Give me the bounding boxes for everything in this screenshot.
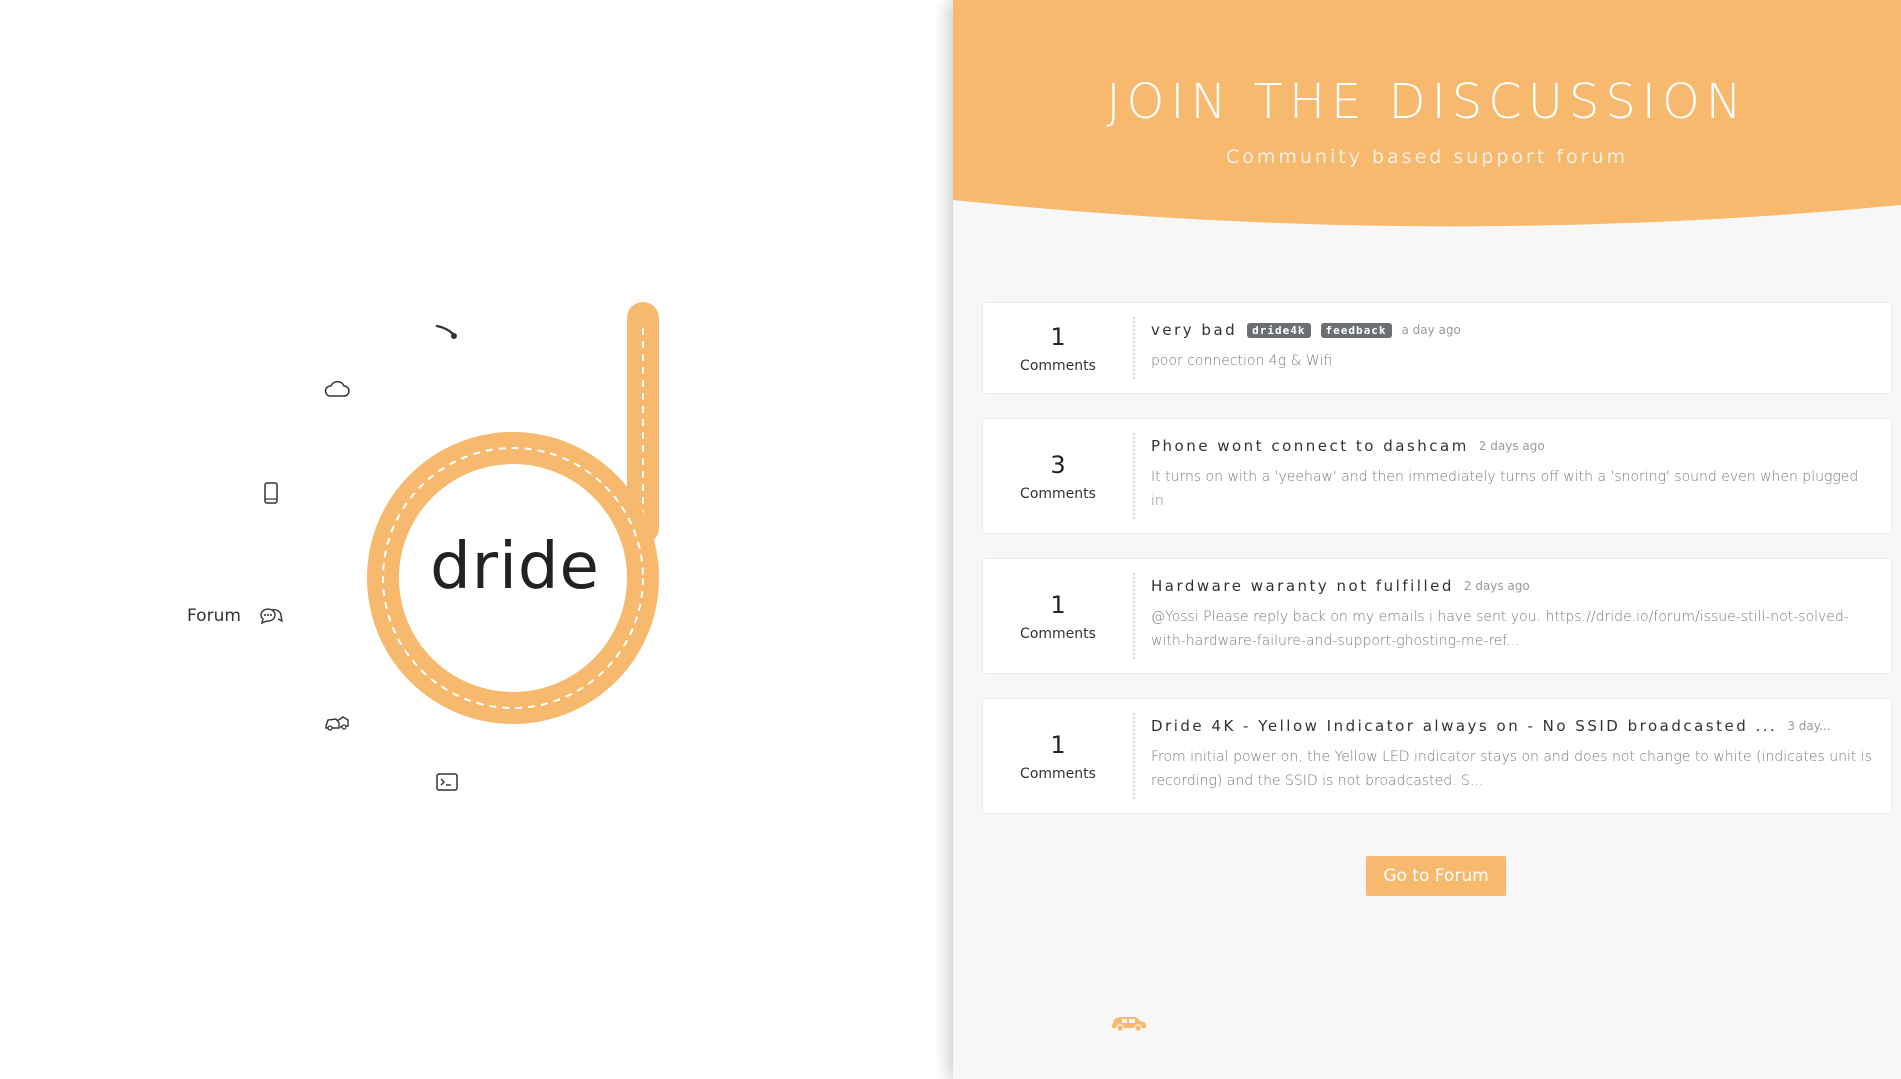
thread-head: Dride 4K - Yellow Indicator always on - …	[1151, 715, 1873, 737]
hero-subtitle: Community based support forum	[1225, 146, 1629, 168]
forum-panel: JOIN THE DISCUSSION Community based supp…	[953, 0, 1901, 1079]
thread-title[interactable]: very bad	[1151, 321, 1237, 339]
comment-count-label: Comments	[1020, 626, 1096, 642]
thread-body: Hardware waranty not fulfilled 2 days ag…	[1133, 573, 1891, 659]
thread-title[interactable]: Dride 4K - Yellow Indicator always on - …	[1151, 717, 1777, 735]
go-to-forum-button[interactable]: Go to Forum	[1366, 856, 1506, 896]
comment-count-number: 1	[1050, 591, 1066, 619]
phone-icon[interactable]	[257, 479, 285, 507]
logo-wordmark: dride	[430, 530, 600, 604]
dride-logo	[367, 302, 659, 724]
comment-count-number: 1	[1050, 323, 1066, 351]
thread-timestamp: 2 days ago	[1463, 579, 1530, 593]
dashcam-icon[interactable]	[433, 320, 461, 348]
cloud-icon[interactable]	[323, 375, 351, 403]
terminal-icon[interactable]	[433, 768, 461, 796]
comment-count: 3 Comments	[983, 419, 1133, 533]
hero-title: JOIN THE DISCUSSION	[1106, 74, 1748, 130]
thread-card[interactable]: 1 Comments very bad dride4k feedback a d…	[982, 302, 1892, 394]
comment-count-label: Comments	[1020, 766, 1096, 782]
thread-excerpt: From initial power on, the Yellow LED in…	[1151, 749, 1872, 789]
comment-count: 1 Comments	[983, 699, 1133, 813]
thread-card[interactable]: 1 Comments Hardware waranty not fulfille…	[982, 558, 1892, 674]
thread-excerpt: It turns on with a 'yeehaw' and then imm…	[1151, 469, 1859, 509]
left-panel: dride Forum	[0, 0, 953, 1079]
car-icon	[1109, 1010, 1147, 1034]
comment-count: 1 Comments	[983, 559, 1133, 673]
comment-count-number: 3	[1050, 451, 1066, 479]
thread-title[interactable]: Hardware waranty not fulfilled	[1151, 577, 1454, 595]
thread-body: Dride 4K - Yellow Indicator always on - …	[1133, 713, 1891, 799]
thread-title[interactable]: Phone wont connect to dashcam	[1151, 437, 1469, 455]
thread-head: very bad dride4k feedback a day ago	[1151, 319, 1873, 341]
comment-count-label: Comments	[1020, 486, 1096, 502]
thread-timestamp: a day ago	[1401, 323, 1461, 337]
forum-label[interactable]: Forum	[187, 606, 241, 626]
thread-head: Hardware waranty not fulfilled 2 days ag…	[1151, 575, 1873, 597]
thread-timestamp: 3 day...	[1787, 719, 1831, 733]
thread-body: Phone wont connect to dashcam 2 days ago…	[1133, 433, 1891, 519]
thread-card[interactable]: 3 Comments Phone wont connect to dashcam…	[982, 418, 1892, 534]
tag-badge[interactable]: dride4k	[1247, 322, 1311, 338]
thread-body: very bad dride4k feedback a day ago poor…	[1133, 317, 1891, 379]
thread-head: Phone wont connect to dashcam 2 days ago	[1151, 435, 1873, 457]
thread-excerpt: @Yossi Please reply back on my emails i …	[1151, 609, 1849, 649]
thread-timestamp: 2 days ago	[1478, 439, 1545, 453]
page: dride Forum JOIN THE DISCUSSION Communit…	[0, 0, 1901, 1079]
thread-card[interactable]: 1 Comments Dride 4K - Yellow Indicator a…	[982, 698, 1892, 814]
car-crash-icon[interactable]	[323, 708, 351, 736]
comment-count-number: 1	[1050, 731, 1066, 759]
comment-count-label: Comments	[1020, 358, 1096, 374]
forum-icon[interactable]	[257, 602, 285, 630]
comment-count: 1 Comments	[983, 303, 1133, 393]
thread-excerpt: poor connection 4g & Wifi	[1151, 353, 1333, 369]
thread-list: 1 Comments very bad dride4k feedback a d…	[982, 302, 1892, 838]
tag-badge[interactable]: feedback	[1320, 322, 1392, 338]
